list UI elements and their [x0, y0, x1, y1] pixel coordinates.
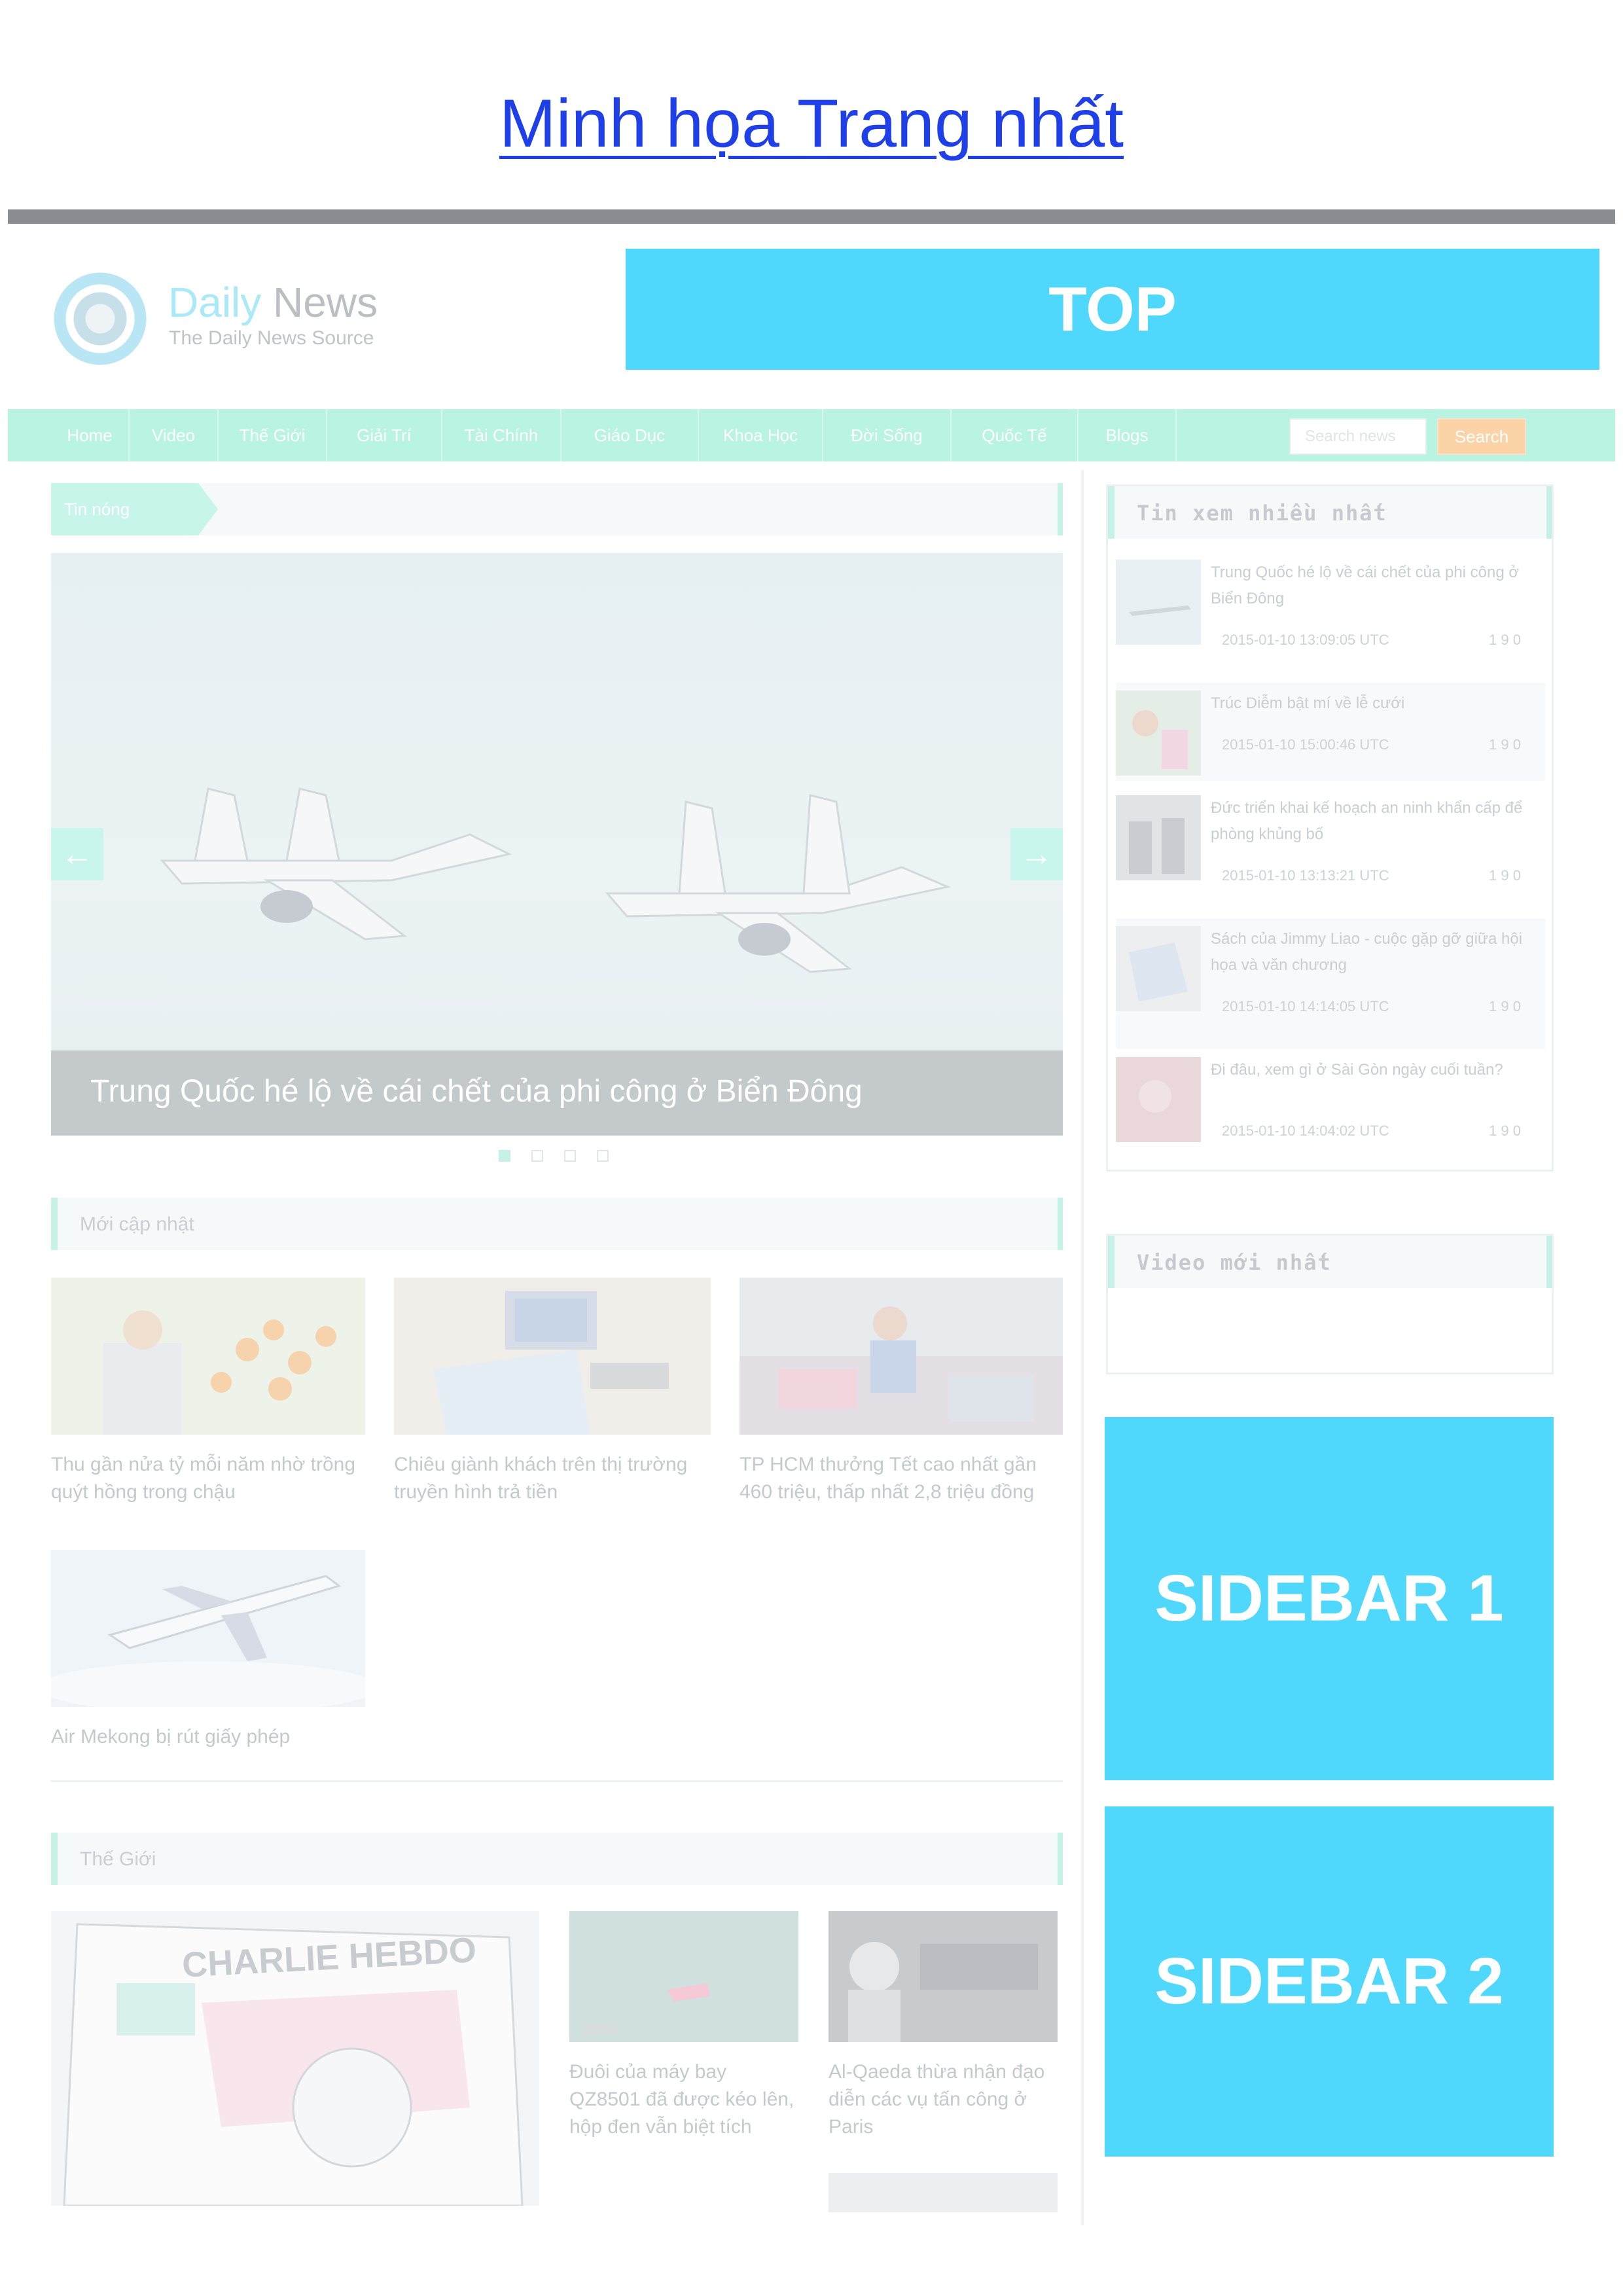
latest-card-3-title[interactable]: TP HCM thưởng Tết cao nhất gần 460 triệu…	[740, 1451, 1063, 1506]
tv-remote-image	[394, 1278, 711, 1435]
most-viewed-item-5[interactable]: Đi đâu, xem gì ở Sài Gòn ngày cuối tuần?…	[1116, 1049, 1545, 1167]
slider-dot-1[interactable]	[499, 1150, 510, 1162]
world-card-3-title[interactable]: Al-Qaeda thừa nhận đạo diễn các vụ tấn c…	[829, 2058, 1058, 2141]
most-viewed-item-1[interactable]: Trung Quốc hé lộ về cái chết của phi côn…	[1116, 552, 1545, 683]
mv-thumb-jets	[1116, 560, 1201, 645]
nav-item-khoa-hoc[interactable]: Khoa Học	[699, 409, 823, 461]
slide-caption-bar: Trung Quốc hé lộ về cái chết của phi côn…	[51, 1050, 1063, 1136]
world-header: Thế Giới	[51, 1833, 1063, 1885]
latest-card-4[interactable]: Air Mekong bị rút giấy phép	[38, 1550, 378, 1751]
mv-count-4: 1 9 0	[1489, 998, 1521, 1014]
top-banner-placeholder: TOP	[626, 249, 1599, 370]
al-qaeda-video-image	[829, 1911, 1058, 2042]
brand-tagline: The Daily News Source	[169, 327, 374, 349]
world-card-3[interactable]: Al-Qaeda thừa nhận đạo diễn các vụ tấn c…	[829, 1911, 1058, 2141]
mv-title-4[interactable]: Sách của Jimmy Liao - cuộc gặp gỡ giữa h…	[1211, 926, 1538, 978]
homepage-mockup: Daily News The Daily News Source TOP Hom…	[8, 209, 1615, 2225]
nav-item-the-gioi[interactable]: Thế Giới	[219, 409, 327, 461]
latest-card-4-title[interactable]: Air Mekong bị rút giấy phép	[51, 1723, 365, 1751]
world-card-charlie-hebdo[interactable]: CHARLIE HEBDO	[51, 1911, 539, 2209]
slide-image	[51, 553, 1063, 1136]
document-title[interactable]: Minh họa Trang nhất	[0, 85, 1623, 163]
hot-news-header: Tin nóng	[51, 483, 1063, 535]
brand-name-part1: Daily	[168, 279, 262, 326]
world-card-2-title[interactable]: Đuôi của máy bay QZ8501 đã được kéo lên,…	[569, 2058, 798, 2141]
mv-thumb-book	[1116, 926, 1201, 1011]
mv-count-5: 1 9 0	[1489, 1122, 1521, 1139]
mv-thumb-saigon	[1116, 1057, 1201, 1142]
slider-dot-2[interactable]	[531, 1150, 543, 1162]
mv-date-1: 2015-01-10 13:09:05 UTC	[1222, 632, 1389, 648]
brand-name-part2: News	[273, 279, 378, 326]
nav-item-quoc-te[interactable]: Quốc Tế	[952, 409, 1079, 461]
logo-icon[interactable]	[51, 270, 149, 368]
sea-wreckage-image	[569, 1911, 798, 2042]
main-nav: Home Video Thế Giới Giải Trí Tài Chính G…	[8, 409, 1615, 461]
most-viewed-label: Tin xem nhiều nhất	[1137, 501, 1387, 526]
slider-prev-arrow-icon[interactable]: ←	[51, 828, 103, 880]
slide-caption[interactable]: Trung Quốc hé lộ về cái chết của phi côn…	[90, 1073, 863, 1109]
world-label: Thế Giới	[80, 1848, 156, 1870]
nav-item-doi-song[interactable]: Đời Sống	[823, 409, 952, 461]
mv-count-2: 1 9 0	[1489, 736, 1521, 753]
nav-item-giai-tri[interactable]: Giải Trí	[327, 409, 442, 461]
mv-count-1: 1 9 0	[1489, 632, 1521, 648]
latest-label: Mới cập nhật	[80, 1213, 194, 1235]
search-input[interactable]: Search news	[1289, 418, 1427, 455]
mv-title-5[interactable]: Đi đâu, xem gì ở Sài Gòn ngày cuối tuần?	[1211, 1057, 1538, 1083]
latest-card-3[interactable]: TP HCM thưởng Tết cao nhất gần 460 triệu…	[740, 1278, 1063, 1506]
kumquat-image	[51, 1278, 365, 1435]
factory-workers-image	[740, 1278, 1063, 1435]
video-label: Video mới nhất	[1137, 1250, 1332, 1275]
airplane-image	[38, 1550, 378, 1713]
mv-count-3: 1 9 0	[1489, 867, 1521, 884]
mv-date-4: 2015-01-10 14:14:05 UTC	[1222, 998, 1389, 1014]
mv-title-1[interactable]: Trung Quốc hé lộ về cái chết của phi côn…	[1211, 560, 1538, 612]
latest-card-1-title[interactable]: Thu gần nửa tỷ mỗi năm nhờ trồng quýt hồ…	[51, 1451, 365, 1506]
latest-header: Mới cập nhật	[51, 1198, 1063, 1250]
video-header: Video mới nhất	[1108, 1236, 1552, 1288]
top-strip	[8, 209, 1615, 224]
nav-item-tai-chinh[interactable]: Tài Chính	[442, 409, 562, 461]
section-divider	[51, 1780, 1063, 1782]
search-button[interactable]: Search	[1437, 418, 1526, 455]
slider-dots	[499, 1150, 609, 1162]
brand-name[interactable]: Daily News	[168, 278, 378, 327]
video-panel: Video mới nhất	[1106, 1234, 1554, 1374]
latest-card-2[interactable]: Chiêu giành khách trên thị trường truyền…	[394, 1278, 711, 1506]
mv-date-5: 2015-01-10 14:04:02 UTC	[1222, 1122, 1389, 1139]
mv-thumb-security	[1116, 795, 1201, 880]
mv-title-3[interactable]: Đức triển khai kế hoạch an ninh khẩn cấp…	[1211, 795, 1538, 848]
sidebar-2-placeholder: SIDEBAR 2	[1105, 1806, 1554, 2157]
most-viewed-panel: Tin xem nhiều nhất Trung Quốc hé lộ về c…	[1106, 484, 1554, 1172]
fighter-jets-image	[160, 787, 951, 973]
most-viewed-header: Tin xem nhiều nhất	[1108, 486, 1552, 539]
sidebar-1-placeholder: SIDEBAR 1	[1105, 1417, 1554, 1780]
column-separator	[1081, 470, 1084, 2225]
mv-thumb-wedding	[1116, 691, 1201, 776]
mv-date-2: 2015-01-10 15:00:46 UTC	[1222, 736, 1389, 753]
nav-item-video[interactable]: Video	[130, 409, 219, 461]
world-card-4-image[interactable]	[829, 2173, 1058, 2212]
latest-card-1[interactable]: Thu gần nửa tỷ mỗi năm nhờ trồng quýt hồ…	[51, 1278, 365, 1506]
most-viewed-item-3[interactable]: Đức triển khai kế hoạch an ninh khẩn cấp…	[1116, 787, 1545, 918]
latest-card-2-title[interactable]: Chiêu giành khách trên thị trường truyền…	[394, 1451, 711, 1506]
hot-news-slider[interactable]: ← → Trung Quốc hé lộ về cái chết của phi…	[51, 553, 1063, 1136]
mv-date-3: 2015-01-10 13:13:21 UTC	[1222, 867, 1389, 884]
slider-dot-3[interactable]	[564, 1150, 576, 1162]
world-card-2[interactable]: Đuôi của máy bay QZ8501 đã được kéo lên,…	[569, 1911, 798, 2141]
most-viewed-item-2[interactable]: Trúc Diễm bật mí về lễ cưới 2015-01-10 1…	[1116, 683, 1545, 781]
most-viewed-item-4[interactable]: Sách của Jimmy Liao - cuộc gặp gỡ giữa h…	[1116, 918, 1545, 1049]
slider-dot-4[interactable]	[597, 1150, 609, 1162]
mv-title-2[interactable]: Trúc Diễm bật mí về lễ cưới	[1211, 691, 1538, 717]
slider-next-arrow-icon[interactable]: →	[1010, 828, 1063, 880]
nav-item-home[interactable]: Home	[51, 409, 130, 461]
nav-item-blogs[interactable]: Blogs	[1079, 409, 1177, 461]
nav-item-giao-duc[interactable]: Giáo Dục	[562, 409, 699, 461]
hot-news-label[interactable]: Tin nóng	[51, 483, 218, 535]
